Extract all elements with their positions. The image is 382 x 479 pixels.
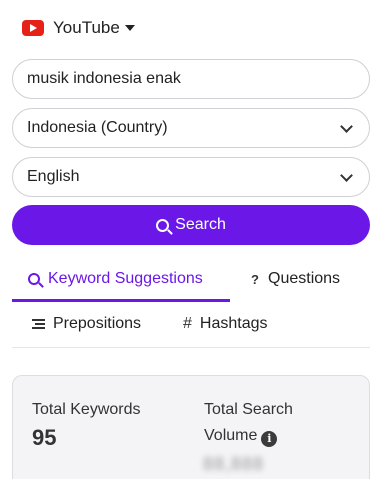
chevron-down-icon (340, 168, 353, 182)
hash-icon: # (183, 315, 192, 332)
tab-keyword-suggestions[interactable]: Keyword Suggestions (28, 270, 203, 288)
tab-questions[interactable]: ? Questions (250, 270, 340, 288)
active-tab-indicator (12, 299, 230, 302)
total-search-volume-label: Total Search (204, 401, 293, 418)
platform-label: YouTube (53, 18, 120, 37)
info-icon[interactable]: i (261, 431, 278, 447)
youtube-logo-icon (22, 20, 44, 36)
language-select-value: English (27, 168, 80, 185)
country-select-value: Indonesia (Country) (27, 119, 168, 136)
tab-prepositions[interactable]: Prepositions (32, 315, 141, 333)
volume-word: Volume (204, 427, 258, 444)
platform-selector[interactable]: YouTube (22, 18, 135, 38)
caret-down-icon (124, 25, 135, 31)
country-select[interactable]: Indonesia (Country) (12, 108, 370, 148)
total-keywords-value: 95 (32, 425, 57, 450)
tabs-divider (12, 347, 370, 348)
tab-label: Questions (268, 270, 341, 287)
keyword-input[interactable] (27, 70, 355, 88)
total-keywords-label: Total Keywords (32, 401, 141, 418)
tab-label: Prepositions (53, 315, 142, 332)
keyword-search-field[interactable] (12, 59, 370, 99)
chevron-down-icon (340, 119, 353, 133)
search-button[interactable]: Search (12, 205, 370, 245)
tab-label: Hashtags (199, 315, 268, 332)
total-search-volume-label-line2: Volume i (204, 423, 278, 449)
tab-label: Keyword Suggestions (48, 270, 203, 287)
question-icon: ? (251, 271, 259, 287)
search-icon (28, 273, 40, 285)
indent-list-icon (32, 318, 45, 330)
stats-card: Total Keywords 95 Total Search Volume i 8… (12, 375, 370, 479)
search-icon (156, 218, 170, 232)
total-search-volume-value: 88,888 (203, 454, 265, 474)
search-button-label: Search (175, 216, 226, 233)
tab-hashtags[interactable]: # Hashtags (183, 315, 268, 333)
language-select[interactable]: English (12, 157, 370, 197)
